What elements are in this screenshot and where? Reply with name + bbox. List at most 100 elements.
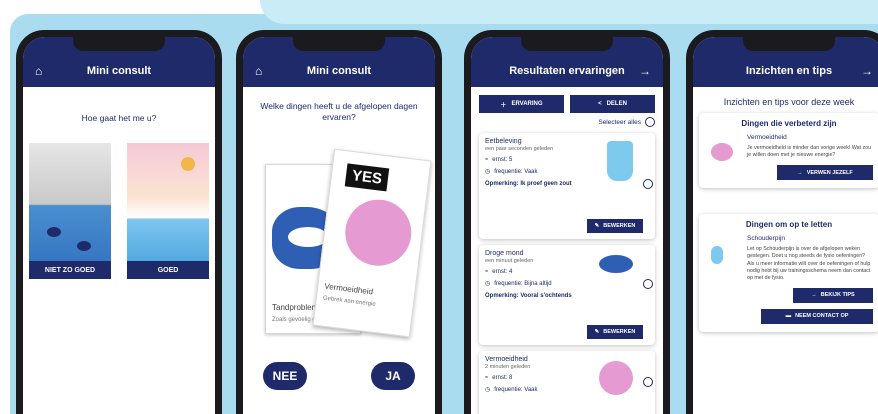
card-title: Tandproblem [272,302,319,312]
phone-notch [521,37,613,51]
attention-body: Let op Schouderpijn is over de afgelopen… [747,246,871,281]
mood-options: NIET ZO GOED GOED [23,143,215,279]
brain-icon [711,143,733,161]
edit-icon: ✎ [594,223,600,229]
cup-illustration [607,141,633,181]
severity-text: ernst: 5 [492,157,513,163]
experience-note: Opmerking: Ik proef geen zout [485,181,572,187]
wifi-icon: ≈ [485,269,489,275]
select-all-radio[interactable] [645,117,655,127]
select-experience-radio[interactable] [643,377,653,387]
frequency-text: frequentie: Bijna altijd [494,280,552,287]
experience-note: Opmerking: Vooral s'ochtends [485,293,572,299]
phone-notch [73,37,165,51]
treat-yourself-label: VERWEN JEZELF [806,169,853,176]
contact-label: NEEM CONTACT OP [795,313,849,320]
background-wave [260,0,878,24]
phone-results: Resultaten ervaringen → ＋ ERVARING < DEL… [464,30,670,414]
phone-notch [743,37,835,51]
mood-option-not-good[interactable]: NIET ZO GOED [29,143,111,279]
attention-subtitle: Schouderpijn [747,235,785,243]
frequency-text: frequentie: Vaak [494,168,538,175]
calm-lake-illustration [127,143,209,279]
edit-button[interactable]: ✎ BEWERKEN [587,325,643,339]
clock-icon: ◷ [485,169,491,175]
no-button[interactable]: NEE [263,361,307,390]
treat-yourself-button[interactable]: → VERWEN JEZELF [777,165,873,181]
phone-screen: Resultaten ervaringen → ＋ ERVARING < DEL… [471,37,663,414]
phone-mini-consult-cards: ⌂ Mini consult Welke dingen heeft u de a… [236,30,442,414]
insights-heading: Inzichten en tips voor deze week [723,97,855,107]
app-bar-title: Mini consult [86,65,152,77]
wifi-icon: ≈ [485,157,489,163]
app-bar-title: Inzichten en tips [745,65,833,77]
phone-insights: Inzichten en tips → Inzichten en tips vo… [686,30,878,414]
attention-title: Dingen om op te letten [745,220,833,230]
mood-option-label: NIET ZO GOED [29,261,111,279]
experience-card: Vermoeidheid 2 minuten geleden ≈ ernst: 8… [479,351,655,414]
yes-stamp: YES [344,163,390,192]
edit-label: BEWERKEN [603,223,636,229]
sun-icon [181,157,195,171]
rafting-illustration [29,143,111,279]
plus-icon: ＋ [500,102,507,109]
brain-illustration [341,195,416,270]
card-title: Vermoeidheid [323,281,374,297]
phone-screen: ⌂ Mini consult Hoe gaat het me u? NIET Z… [23,37,215,414]
arrow-right-icon: → [811,292,817,299]
phone-mini-consult-mood: ⌂ Mini consult Hoe gaat het me u? NIET Z… [16,30,222,414]
clock-icon: ◷ [485,387,491,393]
view-tips-button[interactable]: → BEKIJK TIPS [793,287,873,303]
card-subtitle: Gebrek aan energie [322,295,376,308]
edit-icon: ✎ [594,329,600,335]
frequency-row: ◷ frequentie: Bijna altijd [485,280,649,288]
brain-illustration [599,361,633,395]
swipe-card-stack: Tandproblem Zoals gevoelig gebit, pijn Y… [243,148,435,348]
share-button[interactable]: < DELEN [570,95,655,113]
clock-icon: ◷ [485,281,491,287]
select-experience-radio[interactable] [643,279,653,289]
arrow-right-icon: → [797,169,803,176]
arrow-right-icon[interactable]: → [861,64,873,78]
improved-body: Je vermoeidheid is minder dan vorige wee… [747,145,872,159]
contact-button[interactable]: ▬ NEEM CONTACT OP [761,308,873,324]
select-all-row[interactable]: Selecteer alles [471,113,663,127]
app-bar-title: Resultaten ervaringen [509,65,625,77]
yes-button[interactable]: JA [371,361,415,390]
symptom-card-fatigue[interactable]: YES Vermoeidheid Gebrek aan energie [312,148,432,338]
edit-button[interactable]: ✎ BEWERKEN [587,219,643,233]
rock-shape [47,227,61,237]
improved-subtitle: Vermoeidheid [747,134,787,141]
severity-text: ernst: 4 [492,269,513,275]
arrow-right-icon[interactable]: → [639,64,651,78]
symptom-question: Welke dingen heeft u de afgelopen dagen … [260,101,418,123]
view-tips-label: BEKIJK TIPS [820,292,855,299]
improved-title: Dingen die verbeterd zijn [741,119,837,128]
rock-shape [77,241,91,251]
mood-option-good[interactable]: GOED [127,143,209,279]
app-bar-title: Mini consult [306,65,372,77]
answer-buttons: NEE JA [243,361,435,390]
lips-illustration [599,255,633,273]
phone-screen: Inzichten en tips → Inzichten en tips vo… [693,37,878,414]
mood-question: Hoe gaat het me u? [81,113,157,123]
phone-screen: ⌂ Mini consult Welke dingen heeft u de a… [243,37,435,414]
edit-label: BEWERKEN [603,329,636,335]
experience-title: Vermoeidheid [485,356,528,363]
improved-card: Dingen die verbeterd zijn Vermoeidheid J… [699,113,878,189]
select-experience-radio[interactable] [643,179,653,189]
attention-card: Dingen om op te letten Schouderpijn Let … [699,214,878,332]
severity-text: ernst: 8 [492,375,513,381]
add-experience-button[interactable]: ＋ ERVARING [479,95,564,113]
wifi-icon: ≈ [485,375,489,381]
add-experience-label: ERVARING [511,101,543,107]
mood-option-label: GOED [127,261,209,279]
home-icon[interactable]: ⌂ [35,64,42,78]
experience-card: Eetbeleving een paar seconden geleden ≈ e… [479,133,655,239]
chat-icon: ▬ [785,313,792,320]
results-actions: ＋ ERVARING < DELEN [471,87,663,113]
select-all-label: Selecteer alles [598,118,641,126]
shoulder-icon [711,246,723,265]
phone-notch [293,37,385,51]
home-icon[interactable]: ⌂ [255,64,262,78]
